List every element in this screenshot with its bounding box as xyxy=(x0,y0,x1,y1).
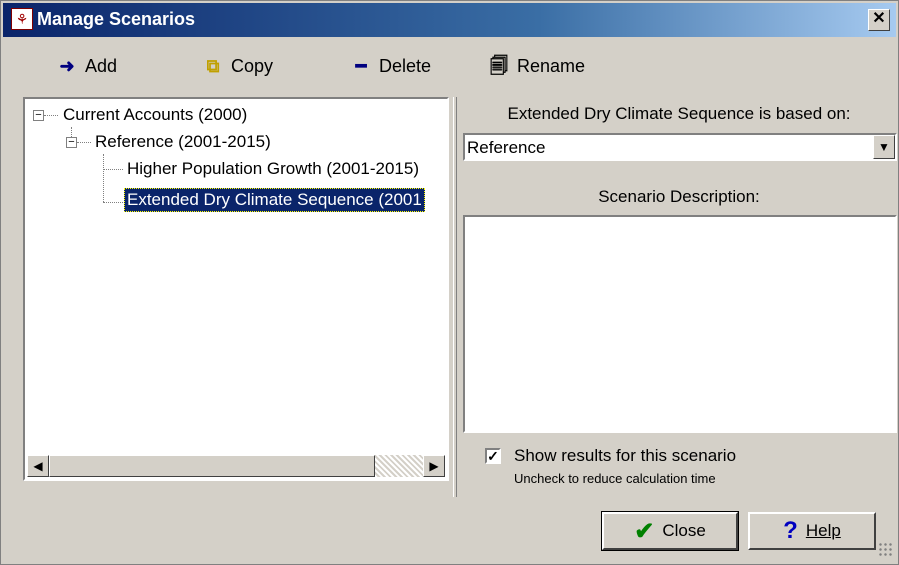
tree-item-higher-population-growth[interactable]: Higher Population Growth (2001-2015) xyxy=(127,158,419,180)
horizontal-scrollbar[interactable]: ◀ ▶ xyxy=(27,455,445,477)
close-button-label: Close xyxy=(662,521,706,540)
scroll-track[interactable] xyxy=(375,455,423,477)
tree-connector xyxy=(103,202,123,203)
tree-connector xyxy=(44,115,58,116)
app-icon: ⚘ xyxy=(11,8,33,30)
description-textarea[interactable] xyxy=(463,215,897,433)
delete-label: Delete xyxy=(379,55,432,76)
based-on-value: Reference xyxy=(467,138,546,157)
scroll-left-arrow-icon[interactable]: ◀ xyxy=(27,455,49,477)
based-on-label: Extended Dry Climate Sequence is based o… xyxy=(507,104,851,123)
tree-item-current-accounts[interactable]: Current Accounts (2000) xyxy=(63,104,247,126)
panel-splitter[interactable] xyxy=(453,97,457,497)
checkmark-icon: ✔ xyxy=(634,517,655,545)
resize-grip[interactable] xyxy=(878,542,894,558)
title-bar: ⚘ Manage Scenarios ✕ xyxy=(3,3,896,37)
show-results-hint: Uncheck to reduce calculation time xyxy=(514,471,716,486)
show-results-checkbox[interactable]: ✓ xyxy=(485,448,501,464)
add-button[interactable]: ➜ Add xyxy=(55,51,117,81)
tree-connector xyxy=(77,142,91,143)
scroll-right-arrow-icon[interactable]: ▶ xyxy=(423,455,445,477)
copy-icon: ⧉ xyxy=(206,56,220,76)
chevron-down-icon[interactable]: ▼ xyxy=(873,135,895,159)
description-label: Scenario Description: xyxy=(598,187,760,206)
scenario-tree[interactable]: − Current Accounts (2000) − Reference (2… xyxy=(23,97,449,481)
tree-collapse-toggle[interactable]: − xyxy=(33,110,44,121)
add-label: Add xyxy=(85,55,118,76)
help-button-label: Help xyxy=(805,521,841,540)
help-button[interactable]: ? Help xyxy=(748,512,876,550)
window-title: Manage Scenarios xyxy=(37,9,196,29)
manage-scenarios-dialog: ⚘ Manage Scenarios ✕ ➜ Add ⧉ Copy ━ Dele… xyxy=(0,0,899,565)
delete-icon: ━ xyxy=(355,56,367,76)
scroll-thumb[interactable] xyxy=(49,455,375,477)
based-on-select[interactable]: Reference ▼ xyxy=(463,133,897,161)
tree-item-extended-dry-climate[interactable]: Extended Dry Climate Sequence (2001 xyxy=(124,188,425,212)
add-icon: ➜ xyxy=(59,56,75,76)
close-window-button[interactable]: ✕ xyxy=(868,9,890,31)
copy-button[interactable]: ⧉ Copy xyxy=(201,51,273,81)
close-button[interactable]: ✔ Close xyxy=(601,511,739,551)
rename-label: Rename xyxy=(517,55,586,76)
copy-label: Copy xyxy=(231,55,274,76)
delete-button[interactable]: ━ Delete xyxy=(349,51,431,81)
show-results-label[interactable]: Show results for this scenario xyxy=(514,446,736,466)
toolbar: ➜ Add ⧉ Copy ━ Delete 🗐 Rename xyxy=(3,41,896,93)
help-icon: ? xyxy=(783,517,798,544)
tree-connector xyxy=(103,154,104,202)
rename-button[interactable]: 🗐 Rename xyxy=(487,51,585,81)
tree-collapse-toggle[interactable]: − xyxy=(66,137,77,148)
rename-icon: 🗐 xyxy=(490,56,508,76)
tree-connector xyxy=(103,169,123,170)
tree-item-reference[interactable]: Reference (2001-2015) xyxy=(95,131,271,153)
